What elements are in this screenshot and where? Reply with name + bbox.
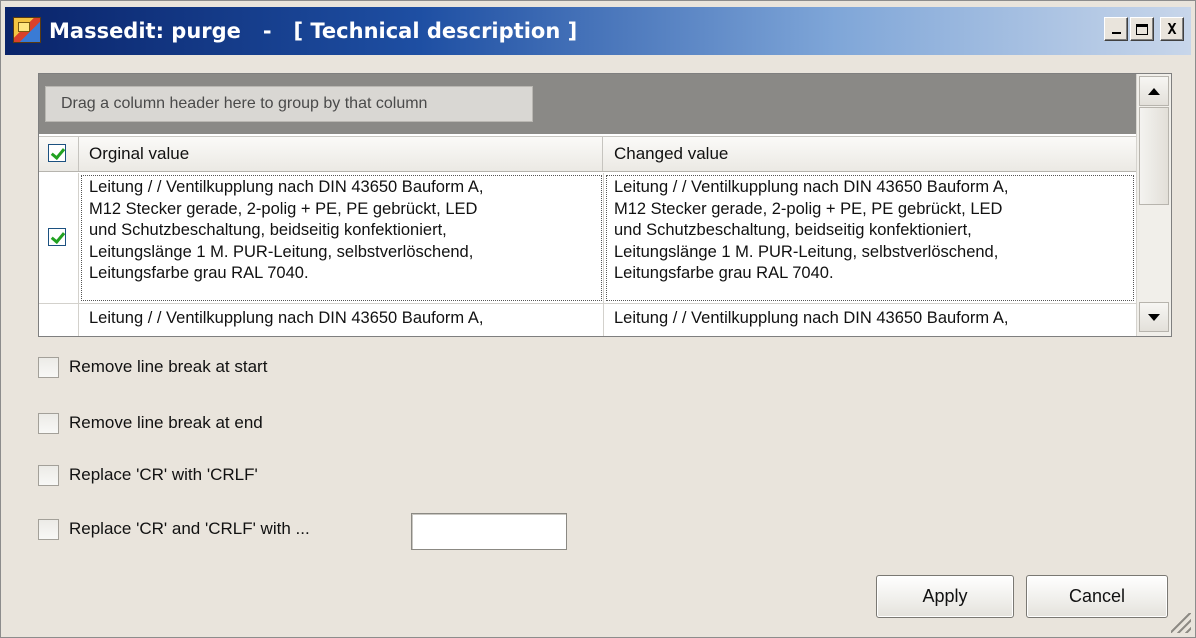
vertical-scrollbar[interactable] [1136,74,1171,336]
row-select-cell [39,173,79,303]
table-row[interactable]: Leitung / / Ventilkupplung nach DIN 4365… [39,173,1136,304]
remove-line-break-start-label[interactable]: Remove line break at start [69,355,267,379]
remove-line-break-start-checkbox[interactable] [38,357,59,378]
replacement-text-input[interactable] [411,513,567,550]
app-icon [13,17,41,43]
window-title: Massedit: purge - [ Technical descriptio… [49,19,578,43]
scroll-down-button[interactable] [1139,302,1169,332]
table-row[interactable]: Leitung / / Ventilkupplung nach DIN 4365… [39,304,1136,336]
title-bar[interactable]: Massedit: purge - [ Technical descriptio… [5,7,1191,55]
maximize-icon [1136,23,1148,35]
header-select-column [39,137,79,171]
column-header-changed[interactable]: Changed value [604,137,1136,171]
replace-cr-crlf-label[interactable]: Replace 'CR' and 'CRLF' with ... [69,517,310,541]
arrow-down-icon [1148,313,1160,321]
minimize-icon [1111,32,1121,34]
grid-header-row: Orginal value Changed value [39,136,1136,172]
select-all-checkbox[interactable] [48,144,66,162]
close-button[interactable]: X [1160,17,1184,41]
massedit-window: Massedit: purge - [ Technical descriptio… [0,0,1196,638]
group-by-hint: Drag a column header here to group by th… [45,86,533,122]
data-grid[interactable]: Drag a column header here to group by th… [38,73,1172,337]
original-value-text: Leitung / / Ventilkupplung nach DIN 4365… [89,309,484,327]
changed-value-cell[interactable]: Leitung / / Ventilkupplung nach DIN 4365… [604,304,1136,336]
original-value-text: Leitung / / Ventilkupplung nach DIN 4365… [89,178,484,282]
original-value-cell[interactable]: Leitung / / Ventilkupplung nach DIN 4365… [79,304,604,336]
replace-cr-crlf-checkbox[interactable] [38,519,59,540]
remove-line-break-end-label[interactable]: Remove line break at end [69,411,263,435]
changed-value-text: Leitung / / Ventilkupplung nach DIN 4365… [614,178,1009,282]
close-icon: X [1167,20,1177,38]
arrow-up-icon [1148,87,1160,95]
changed-value-text: Leitung / / Ventilkupplung nach DIN 4365… [614,309,1009,327]
scroll-thumb[interactable] [1139,107,1169,205]
replace-cr-checkbox[interactable] [38,465,59,486]
changed-value-cell[interactable]: Leitung / / Ventilkupplung nach DIN 4365… [604,173,1136,303]
original-value-cell[interactable]: Leitung / / Ventilkupplung nach DIN 4365… [79,173,604,303]
minimize-button[interactable] [1104,17,1128,41]
row-checkbox[interactable] [48,228,66,246]
cancel-button[interactable]: Cancel [1026,575,1168,618]
remove-line-break-end-checkbox[interactable] [38,413,59,434]
replace-cr-label[interactable]: Replace 'CR' with 'CRLF' [69,463,258,487]
resize-grip-icon[interactable] [1171,613,1191,633]
apply-button[interactable]: Apply [876,575,1014,618]
column-header-original[interactable]: Orginal value [79,137,603,171]
scroll-up-button[interactable] [1139,76,1169,106]
group-by-area[interactable]: Drag a column header here to group by th… [39,74,1136,134]
maximize-button[interactable] [1130,17,1154,41]
row-select-cell[interactable] [39,304,79,336]
